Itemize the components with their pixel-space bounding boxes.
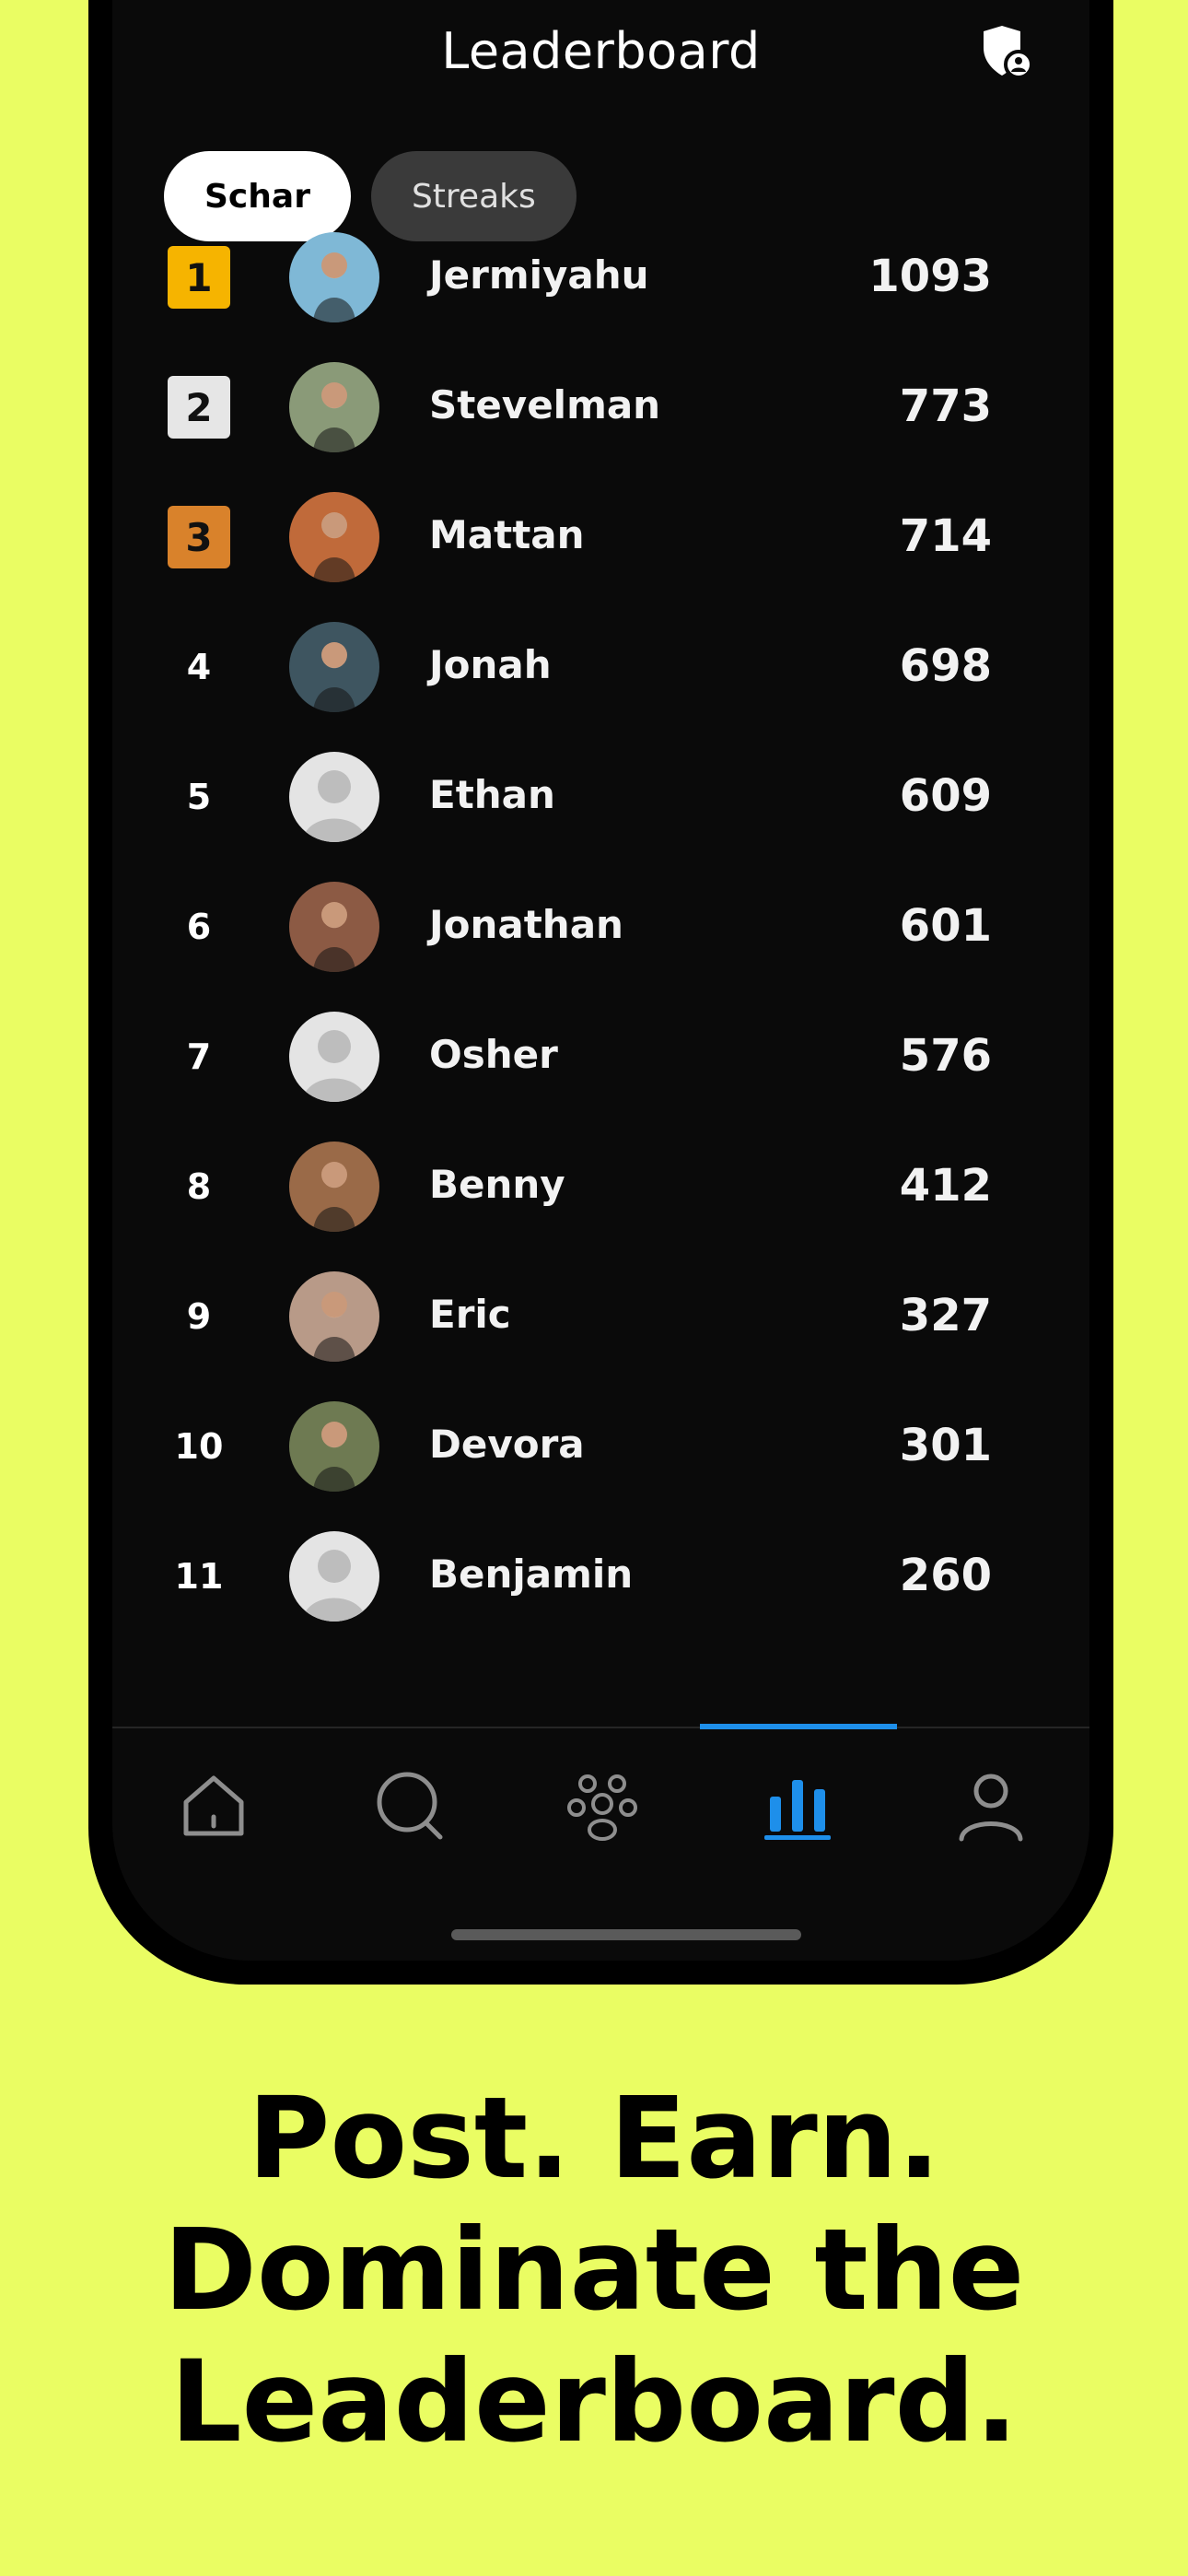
community-icon	[567, 1774, 637, 1841]
user-name: Mattan	[429, 512, 585, 557]
default-avatar-icon	[302, 1550, 367, 1622]
marketing-tagline: Post. Earn. Dominate the Leaderboard.	[0, 2073, 1188, 2468]
rank: 11	[174, 1556, 224, 1597]
rank: 6	[186, 907, 212, 947]
leaderboard-row[interactable]: 1 Jermiyahu 1093	[112, 212, 1089, 342]
default-avatar-icon	[302, 770, 367, 842]
avatar[interactable]	[289, 752, 379, 842]
user-name: Jermiyahu	[429, 252, 649, 298]
home-icon	[183, 1775, 244, 1836]
rank-badge: 3	[168, 506, 230, 568]
bottom-tab-bar	[112, 1724, 1089, 1961]
avatar[interactable]	[289, 1401, 379, 1492]
profile-icon	[959, 1774, 1023, 1842]
rank: 8	[186, 1166, 212, 1207]
default-avatar-icon	[302, 1030, 367, 1102]
shield-user-icon[interactable]	[982, 24, 1033, 79]
user-name: Ethan	[429, 772, 555, 817]
page-title: Leaderboard	[441, 22, 761, 80]
user-score: 260	[899, 1550, 992, 1601]
user-name: Stevelman	[429, 382, 661, 427]
user-score: 601	[899, 900, 992, 952]
leaderboard-row[interactable]: 6 Jonathan 601	[112, 861, 1089, 991]
user-score: 412	[899, 1160, 992, 1212]
user-photo	[313, 1292, 355, 1362]
rank-badge: 1	[168, 246, 230, 309]
nav-profile[interactable]	[893, 1760, 1089, 1852]
user-photo	[313, 1422, 355, 1492]
user-name: Eric	[429, 1292, 511, 1337]
nav-home[interactable]	[116, 1760, 311, 1852]
rank: 1	[166, 244, 232, 310]
user-photo	[313, 382, 355, 452]
rank: 2	[166, 374, 232, 440]
avatar[interactable]	[289, 1531, 379, 1622]
leaderboard-row[interactable]: 3 Mattan 714	[112, 472, 1089, 602]
avatar[interactable]	[289, 1271, 379, 1362]
user-score: 714	[899, 510, 992, 562]
user-name: Jonah	[429, 642, 552, 687]
user-name: Devora	[429, 1422, 585, 1467]
user-score: 698	[899, 640, 992, 692]
user-photo	[313, 512, 355, 582]
rank: 10	[174, 1426, 224, 1467]
rank: 9	[186, 1296, 212, 1337]
rank: 3	[166, 504, 232, 570]
avatar[interactable]	[289, 882, 379, 972]
leaderboard-row[interactable]: 9 Eric 327	[112, 1251, 1089, 1381]
nav-community[interactable]	[505, 1760, 700, 1852]
user-score: 301	[899, 1420, 992, 1471]
leaderboard-row[interactable]: 2 Stevelman 773	[112, 342, 1089, 472]
tagline-line-1: Post. Earn.	[247, 2073, 940, 2204]
home-indicator[interactable]	[451, 1929, 801, 1940]
avatar[interactable]	[289, 622, 379, 712]
user-photo	[313, 1162, 355, 1232]
leaderboard-row[interactable]: 5 Ethan 609	[112, 732, 1089, 861]
leaderboard-row[interactable]: 4 Jonah 698	[112, 602, 1089, 732]
avatar[interactable]	[289, 362, 379, 452]
tagline-line-2: Dominate the	[163, 2205, 1025, 2336]
user-photo	[313, 902, 355, 972]
user-name: Benjamin	[429, 1551, 634, 1597]
app-screen: Leaderboard Schar Streaks 1 Jermiyahu 1093…	[112, 0, 1089, 1961]
search-icon	[377, 1772, 443, 1840]
user-photo	[313, 252, 355, 322]
user-photo	[313, 642, 355, 712]
leaderboard-row[interactable]: 10 Devora 301	[112, 1381, 1089, 1511]
avatar[interactable]	[289, 1012, 379, 1102]
user-name: Jonathan	[429, 902, 623, 947]
leaderboard-icon	[764, 1780, 831, 1840]
user-score: 327	[899, 1290, 992, 1341]
active-tab-indicator	[700, 1724, 897, 1729]
user-score: 609	[899, 770, 992, 822]
nav-search[interactable]	[313, 1760, 508, 1852]
rank: 5	[186, 777, 212, 817]
rank: 7	[186, 1036, 212, 1077]
user-score: 773	[899, 381, 992, 432]
user-name: Benny	[429, 1162, 565, 1207]
leaderboard-row[interactable]: 7 Osher 576	[112, 991, 1089, 1121]
user-score: 1093	[868, 251, 992, 302]
rank-badge: 2	[168, 376, 230, 439]
avatar[interactable]	[289, 232, 379, 322]
leaderboard-row[interactable]: 11 Benjamin 260	[112, 1511, 1089, 1641]
user-score: 576	[899, 1030, 992, 1082]
tagline-line-3: Leaderboard.	[169, 2336, 1019, 2467]
leaderboard-row[interactable]: 8 Benny 412	[112, 1121, 1089, 1251]
rank: 4	[186, 647, 212, 687]
phone-frame: Leaderboard Schar Streaks 1 Jermiyahu 1093…	[88, 0, 1113, 1985]
avatar[interactable]	[289, 492, 379, 582]
user-name: Osher	[429, 1032, 558, 1077]
nav-leaderboard[interactable]	[700, 1760, 895, 1852]
avatar[interactable]	[289, 1142, 379, 1232]
